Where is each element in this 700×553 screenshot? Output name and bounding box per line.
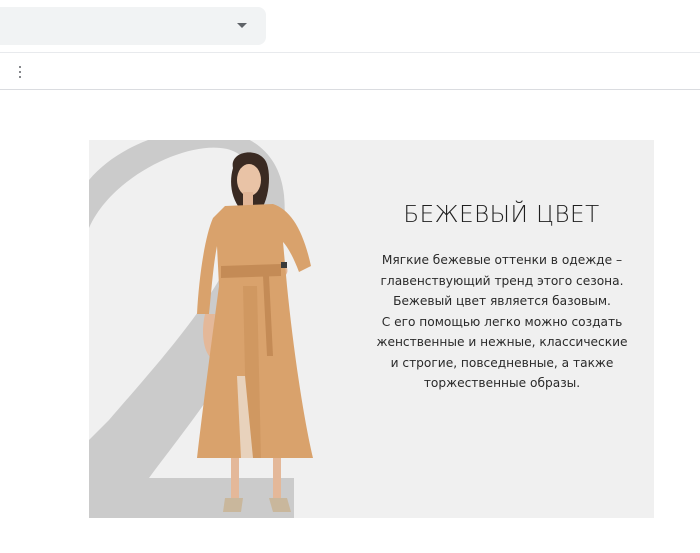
more-vert-icon[interactable] bbox=[14, 63, 26, 81]
description-line: С его помощью легко можно создать bbox=[381, 314, 623, 329]
description-line: торжественные образы. bbox=[423, 376, 581, 390]
model-photo bbox=[197, 152, 313, 512]
description-line: Бежевый цвет является базовым. bbox=[393, 294, 611, 308]
chevron-down-icon[interactable] bbox=[237, 23, 247, 28]
description-line: главенствующий тренд этого сезона. bbox=[380, 273, 624, 288]
description-line: женственные и нежные, классические bbox=[376, 335, 628, 349]
toolbar bbox=[0, 52, 700, 90]
promo-banner: БЕЖЕВЫЙ ЦВЕТ Мягкие бежевые оттенки в од… bbox=[89, 140, 654, 518]
banner-title: БЕЖЕВЫЙ ЦВЕТ bbox=[403, 202, 600, 228]
dropdown-select[interactable] bbox=[0, 7, 266, 45]
description-line: Мягкие бежевые оттенки в одежде – bbox=[381, 253, 623, 267]
banner-description: Мягкие бежевые оттенки в одежде – главен… bbox=[351, 250, 653, 394]
top-bar bbox=[0, 0, 700, 52]
description-line: и строгие, повседневные, а также bbox=[390, 355, 614, 370]
